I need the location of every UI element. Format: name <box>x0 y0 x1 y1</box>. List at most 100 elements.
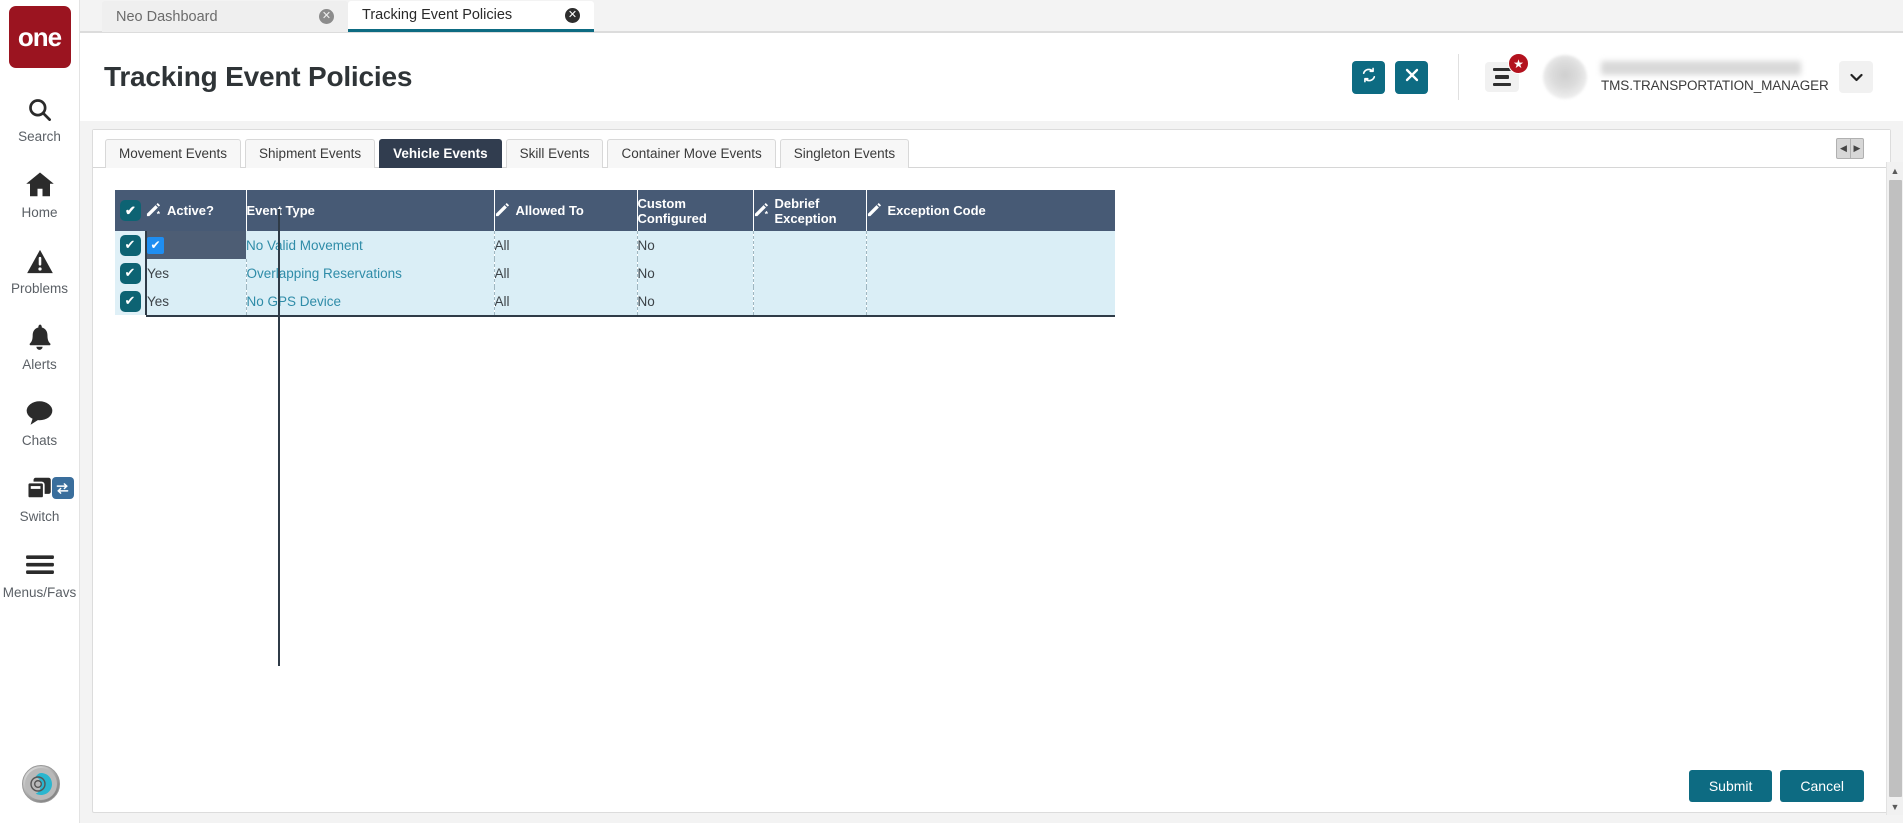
rail-label-alerts: Alerts <box>22 357 57 372</box>
tab-container-move-events[interactable]: Container Move Events <box>607 139 776 168</box>
event-type-link[interactable]: Overlapping Reservations <box>247 266 402 281</box>
cancel-button[interactable]: Cancel <box>1780 770 1864 802</box>
close-button[interactable] <box>1395 60 1428 94</box>
rail-label-chats: Chats <box>21 433 58 448</box>
column-header-custom-configured[interactable]: Custom Configured <box>637 190 754 231</box>
exchange-arrows-icon[interactable] <box>51 477 74 499</box>
hamburger-menu-icon[interactable]: ★ <box>1485 53 1529 92</box>
tab-skill-events[interactable]: Skill Events <box>505 139 604 168</box>
rail-item-menus-favs[interactable]: Menus/Favs <box>0 550 80 600</box>
user-company-blurred <box>1601 61 1801 75</box>
bell-icon <box>27 322 52 352</box>
column-label: Exception Code <box>887 203 986 218</box>
active-checkbox[interactable]: ✔ <box>148 236 164 254</box>
page-header: Tracking Event Policies ★ TMS.TRANSPORTA… <box>80 33 1903 121</box>
policies-card: Movement Events Shipment Events Vehicle … <box>92 129 1891 813</box>
cell-custom-configured: No <box>637 259 754 287</box>
avatar[interactable] <box>1543 55 1587 99</box>
warning-triangle-icon <box>26 246 54 276</box>
cell-active[interactable]: Yes <box>145 259 247 287</box>
header-divider <box>1458 54 1459 100</box>
column-header-allowed-to[interactable]: Allowed To <box>494 190 638 231</box>
one-network-logo: one <box>8 6 71 68</box>
triangle-down-icon[interactable]: ▼ <box>1887 798 1903 815</box>
rail-item-search[interactable]: Search <box>0 94 80 144</box>
row-select-cell[interactable]: ✔ <box>115 259 146 287</box>
cell-allowed-to[interactable]: All <box>494 287 638 315</box>
column-label: Allowed To <box>515 203 584 218</box>
table-body: ✔ ✔ No Valid Movement All No ✔ Yes Overl… <box>115 231 1115 317</box>
column-header-exception-code[interactable]: Exception Code <box>866 190 1115 231</box>
tab-label: Container Move Events <box>621 146 762 161</box>
browser-tab-neo-dashboard[interactable]: Neo Dashboard ✕ <box>102 1 348 32</box>
tracking-event-policies-table: ✔ * Active? Event Type Allowed To Custom… <box>115 190 1115 317</box>
table-row[interactable]: ✔ Yes No GPS Device All No <box>115 287 1115 315</box>
event-type-link[interactable]: No Valid Movement <box>246 238 363 253</box>
close-circle-icon[interactable]: ✕ <box>319 9 334 24</box>
cell-active[interactable]: ✔ <box>145 231 246 259</box>
event-category-tabs: Movement Events Shipment Events Vehicle … <box>93 130 1890 168</box>
chevron-right-icon[interactable]: ▶ <box>1850 139 1863 158</box>
scrollbar-thumb[interactable] <box>1888 180 1902 797</box>
cell-debrief-exception[interactable] <box>753 287 867 315</box>
tab-singleton-events[interactable]: Singleton Events <box>779 139 910 168</box>
left-navigation-rail: one Search Home Problems Alerts Chats Sw… <box>0 0 80 823</box>
rail-label-search: Search <box>18 129 61 144</box>
rail-item-alerts[interactable]: Alerts <box>0 322 80 372</box>
rail-label-menus-favs: Menus/Favs <box>2 585 77 600</box>
column-header-debrief-exception[interactable]: * Debrief Exception <box>753 190 867 231</box>
cell-debrief-exception[interactable] <box>753 259 867 287</box>
select-all-checkbox[interactable]: ✔ <box>120 200 141 221</box>
row-checkbox[interactable]: ✔ <box>119 290 141 312</box>
switch-windows-icon <box>26 474 54 504</box>
column-label: Event Type <box>246 203 315 218</box>
row-checkbox[interactable]: ✔ <box>119 262 141 284</box>
cell-event-type[interactable]: No Valid Movement <box>246 231 495 259</box>
edit-pencil-icon <box>867 203 882 218</box>
tab-scroll-controls: ◀ ▶ <box>1836 138 1864 159</box>
row-select-cell[interactable]: ✔ <box>115 287 146 315</box>
browser-tab-tracking-event-policies[interactable]: Tracking Event Policies ✕ <box>348 1 594 32</box>
cell-exception-code[interactable] <box>866 231 1115 259</box>
table-bottom-rule-row <box>115 315 1115 317</box>
cell-allowed-to[interactable]: All <box>494 259 638 287</box>
table-row[interactable]: ✔ ✔ No Valid Movement All No <box>115 231 1115 259</box>
cell-custom-configured: No <box>637 287 754 315</box>
cell-debrief-exception[interactable] <box>753 231 867 259</box>
cell-allowed-to[interactable]: All <box>494 231 638 259</box>
tab-shipment-events[interactable]: Shipment Events <box>245 139 376 168</box>
tab-label: Shipment Events <box>259 146 362 161</box>
tab-movement-events[interactable]: Movement Events <box>105 139 242 168</box>
event-type-link[interactable]: No GPS Device <box>247 294 342 309</box>
cell-event-type[interactable]: No GPS Device <box>246 287 495 315</box>
tab-vehicle-events[interactable]: Vehicle Events <box>379 139 502 168</box>
chevron-left-icon[interactable]: ◀ <box>1837 139 1850 158</box>
page-vertical-scrollbar[interactable]: ▲ ▼ <box>1886 162 1903 815</box>
row-checkbox[interactable]: ✔ <box>119 234 141 256</box>
column-header-event-type[interactable]: Event Type <box>246 190 495 231</box>
main-column: Neo Dashboard ✕ Tracking Event Policies … <box>80 0 1903 823</box>
triangle-up-icon[interactable]: ▲ <box>1887 162 1903 179</box>
user-avatar-icon[interactable] <box>22 765 60 803</box>
submit-button[interactable]: Submit <box>1688 770 1773 802</box>
rail-label-switch: Switch <box>19 509 60 524</box>
cell-exception-code[interactable] <box>866 259 1115 287</box>
user-menu-chevron-down-icon[interactable] <box>1839 61 1873 93</box>
refresh-button[interactable] <box>1352 60 1385 94</box>
rail-item-home[interactable]: Home <box>0 170 80 220</box>
table-row[interactable]: ✔ Yes Overlapping Reservations All No <box>115 259 1115 287</box>
cell-active[interactable]: Yes <box>145 287 247 315</box>
rail-item-switch[interactable]: Switch <box>0 474 80 524</box>
browser-tab-label: Tracking Event Policies <box>362 7 513 23</box>
grid-area: ✔ * Active? Event Type Allowed To Custom… <box>93 168 1890 812</box>
column-label: Active? <box>167 203 214 218</box>
rail-item-chats[interactable]: Chats <box>0 398 80 448</box>
cell-custom-configured: No <box>637 231 754 259</box>
close-circle-icon[interactable]: ✕ <box>565 7 580 23</box>
row-select-cell[interactable]: ✔ <box>115 231 146 259</box>
home-icon <box>25 170 55 200</box>
cell-event-type[interactable]: Overlapping Reservations <box>246 259 495 287</box>
rail-item-problems[interactable]: Problems <box>0 246 80 296</box>
column-header-active[interactable]: * Active? <box>146 190 247 231</box>
cell-exception-code[interactable] <box>866 287 1115 315</box>
